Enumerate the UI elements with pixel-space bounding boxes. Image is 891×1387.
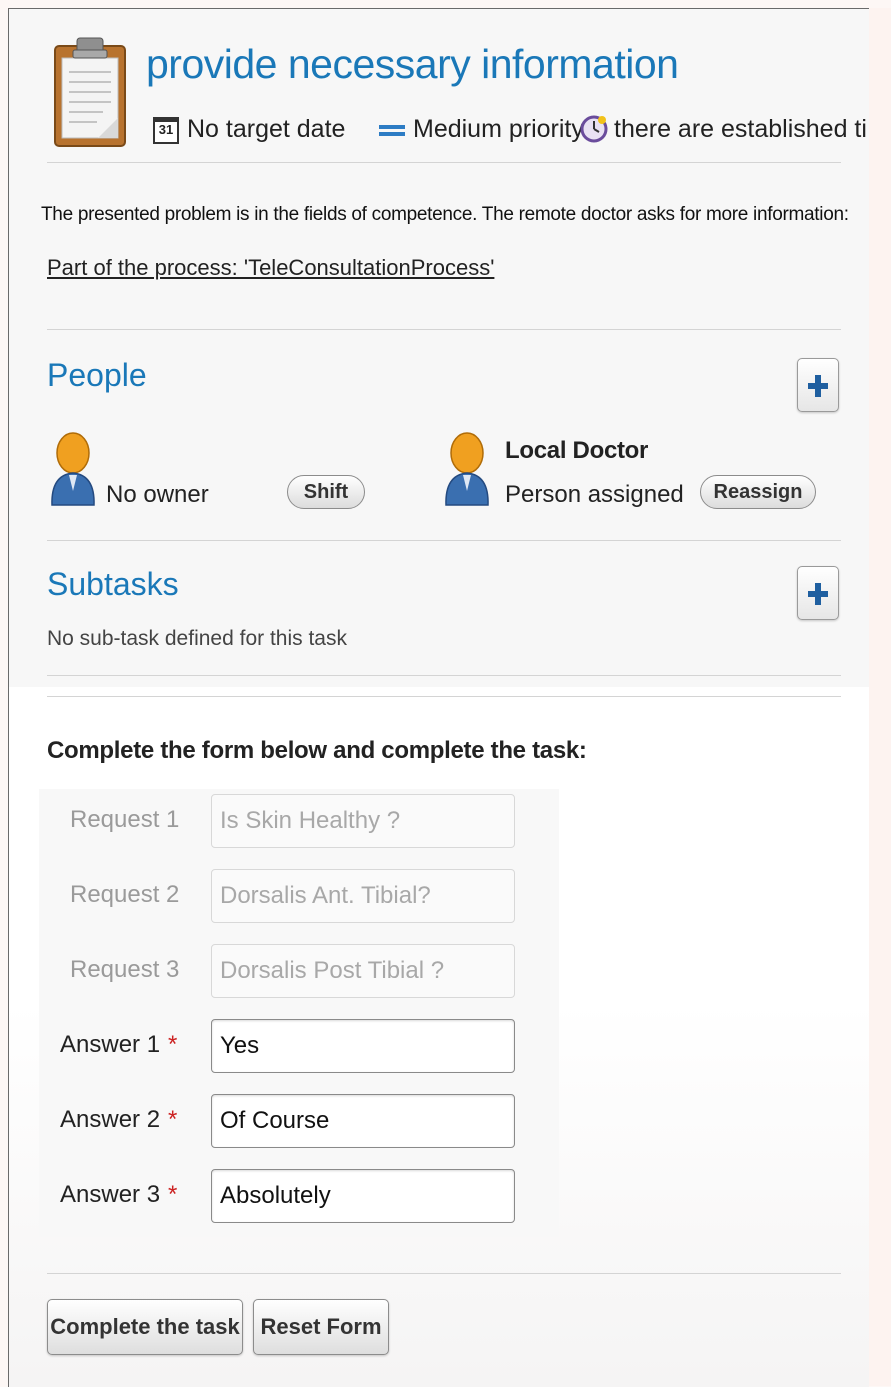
plus-icon: [808, 583, 828, 605]
request-2-field: [211, 869, 515, 923]
timing-text: there are established ti: [614, 115, 867, 143]
priority-icon: [379, 125, 405, 143]
request-3-label: Request 3: [70, 956, 180, 983]
assignee-status: Person assigned: [505, 481, 684, 508]
subtasks-empty-text: No sub-task defined for this task: [47, 627, 347, 650]
request-3-field: [211, 944, 515, 998]
owner-label: No owner: [106, 481, 209, 508]
request-2-label: Request 2: [70, 881, 180, 908]
priority-text: Medium priority: [413, 115, 584, 143]
add-subtask-button[interactable]: [797, 566, 839, 620]
answer-1-field[interactable]: [211, 1019, 515, 1073]
shift-button[interactable]: Shift: [287, 475, 365, 509]
answer-2-label: Answer 2 *: [60, 1106, 178, 1133]
request-1-label: Request 1: [70, 806, 180, 833]
answer-2-field[interactable]: [211, 1094, 515, 1148]
add-person-button[interactable]: [797, 358, 839, 412]
people-section-title: People: [47, 357, 147, 393]
clipboard-icon: [54, 37, 126, 147]
divider: [47, 540, 841, 541]
page-background-strip: [869, 8, 891, 1386]
task-title: provide necessary information: [146, 41, 679, 87]
task-detail-panel: provide necessary information 31 No targ…: [8, 8, 869, 1387]
answer-3-field[interactable]: [211, 1169, 515, 1223]
required-marker: *: [168, 1181, 178, 1208]
clock-icon: [580, 115, 608, 143]
divider: [47, 162, 841, 163]
calendar-icon: 31: [153, 117, 179, 144]
divider: [47, 329, 841, 330]
required-marker: *: [168, 1031, 178, 1058]
process-link[interactable]: Part of the process: 'TeleConsultationPr…: [47, 255, 494, 281]
divider: [47, 696, 841, 697]
target-date-text: No target date: [187, 115, 346, 143]
reassign-button[interactable]: Reassign: [700, 475, 816, 509]
plus-icon: [808, 375, 828, 397]
divider: [47, 1273, 841, 1274]
person-icon: [51, 432, 95, 506]
required-marker: *: [168, 1106, 178, 1133]
answer-1-label: Answer 1 *: [60, 1031, 178, 1058]
answer-3-label: Answer 3 *: [60, 1181, 178, 1208]
divider: [47, 675, 841, 676]
form-heading: Complete the form below and complete the…: [47, 737, 587, 764]
assignee-name: Local Doctor: [505, 437, 649, 464]
subtasks-section-title: Subtasks: [47, 566, 179, 602]
task-description: The presented problem is in the fields o…: [41, 204, 849, 225]
request-1-field: [211, 794, 515, 848]
reset-form-button[interactable]: Reset Form: [253, 1299, 389, 1355]
complete-task-button[interactable]: Complete the task: [47, 1299, 243, 1355]
person-icon: [445, 432, 489, 506]
